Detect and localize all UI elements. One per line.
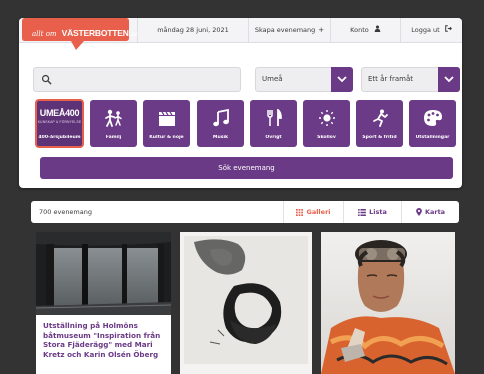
results-bar: 700 evenemang Galleri Lista Karta xyxy=(31,201,459,223)
search-icon xyxy=(41,74,52,85)
category-label: 400-årsjubileum xyxy=(38,135,81,140)
category-label: Skollov xyxy=(317,135,336,140)
view-gallery-button[interactable]: Galleri xyxy=(283,201,343,223)
chevron-down-icon xyxy=(337,76,347,83)
event-image-lighthouse xyxy=(36,232,171,315)
umea-400-badge: UMEÅ400 KUNSKAP & FÖRNYELSE xyxy=(37,108,82,125)
running-icon xyxy=(372,109,388,127)
category-sport-fritid[interactable]: Sport & fritid xyxy=(356,100,403,147)
category-label: Sport & fritid xyxy=(362,135,397,140)
create-event-link[interactable]: Skapa evenemang + xyxy=(248,18,330,43)
search-panel: måndag 28 juni, 2021 Skapa evenemang + Ko… xyxy=(19,18,462,188)
view-list-button[interactable]: Lista xyxy=(343,201,401,223)
grid-icon xyxy=(296,208,304,216)
category-label: Utställningar xyxy=(415,135,450,140)
map-pin-icon xyxy=(416,208,422,216)
event-card[interactable]: Utställning på Holmöns båtmuseum "Inspir… xyxy=(36,232,171,374)
view-map-button[interactable]: Karta xyxy=(401,201,459,223)
logout-link[interactable]: Logga ut xyxy=(400,18,462,43)
location-select[interactable]: Umeå xyxy=(255,67,353,92)
category-utstallningar[interactable]: Utställningar xyxy=(409,100,456,147)
event-title: Utställning på Holmöns båtmuseum "Inspir… xyxy=(43,321,161,359)
event-image-portrait xyxy=(321,232,455,374)
category-skollov[interactable]: Skollov xyxy=(303,100,350,147)
event-card[interactable] xyxy=(180,232,312,374)
list-icon xyxy=(358,208,367,216)
person-icon xyxy=(374,18,381,43)
palette-icon xyxy=(423,110,442,126)
account-link[interactable]: Konto xyxy=(330,18,400,43)
category-label: Familj xyxy=(105,135,122,140)
search-events-button[interactable]: Sök evenemang xyxy=(40,157,453,179)
event-image-artwork xyxy=(180,232,312,374)
plus-icon: + xyxy=(318,26,325,34)
sun-icon xyxy=(318,110,335,126)
results-count: 700 evenemang xyxy=(39,208,92,216)
clapperboard-icon xyxy=(158,111,175,126)
category-label: Övrigt xyxy=(265,135,282,140)
chevron-down-icon xyxy=(444,76,454,83)
music-note-icon xyxy=(212,109,229,127)
category-kultur-noje[interactable]: Kultur & nöje xyxy=(143,100,190,147)
period-select[interactable]: Ett år framåt xyxy=(361,67,460,92)
category-400-arsjubileum[interactable]: UMEÅ400 KUNSKAP & FÖRNYELSE 400-årsjubil… xyxy=(35,99,84,148)
family-icon xyxy=(104,109,122,127)
site-logo[interactable]: allt om VÄSTERBOTTEN.se xyxy=(22,18,138,51)
category-ovrigt[interactable]: Övrigt xyxy=(250,100,297,147)
category-label: Musik xyxy=(212,135,229,140)
logout-icon xyxy=(444,18,452,43)
search-input[interactable] xyxy=(56,71,236,88)
period-dropdown-button[interactable] xyxy=(438,67,460,92)
location-dropdown-button[interactable] xyxy=(331,67,353,92)
event-card[interactable] xyxy=(321,232,455,374)
cutlery-icon xyxy=(266,109,282,126)
category-familj[interactable]: Familj xyxy=(90,100,137,147)
search-field[interactable] xyxy=(33,67,241,92)
category-musik[interactable]: Musik xyxy=(197,100,244,147)
category-label: Kultur & nöje xyxy=(149,135,184,140)
current-date: måndag 28 juni, 2021 xyxy=(137,18,248,43)
